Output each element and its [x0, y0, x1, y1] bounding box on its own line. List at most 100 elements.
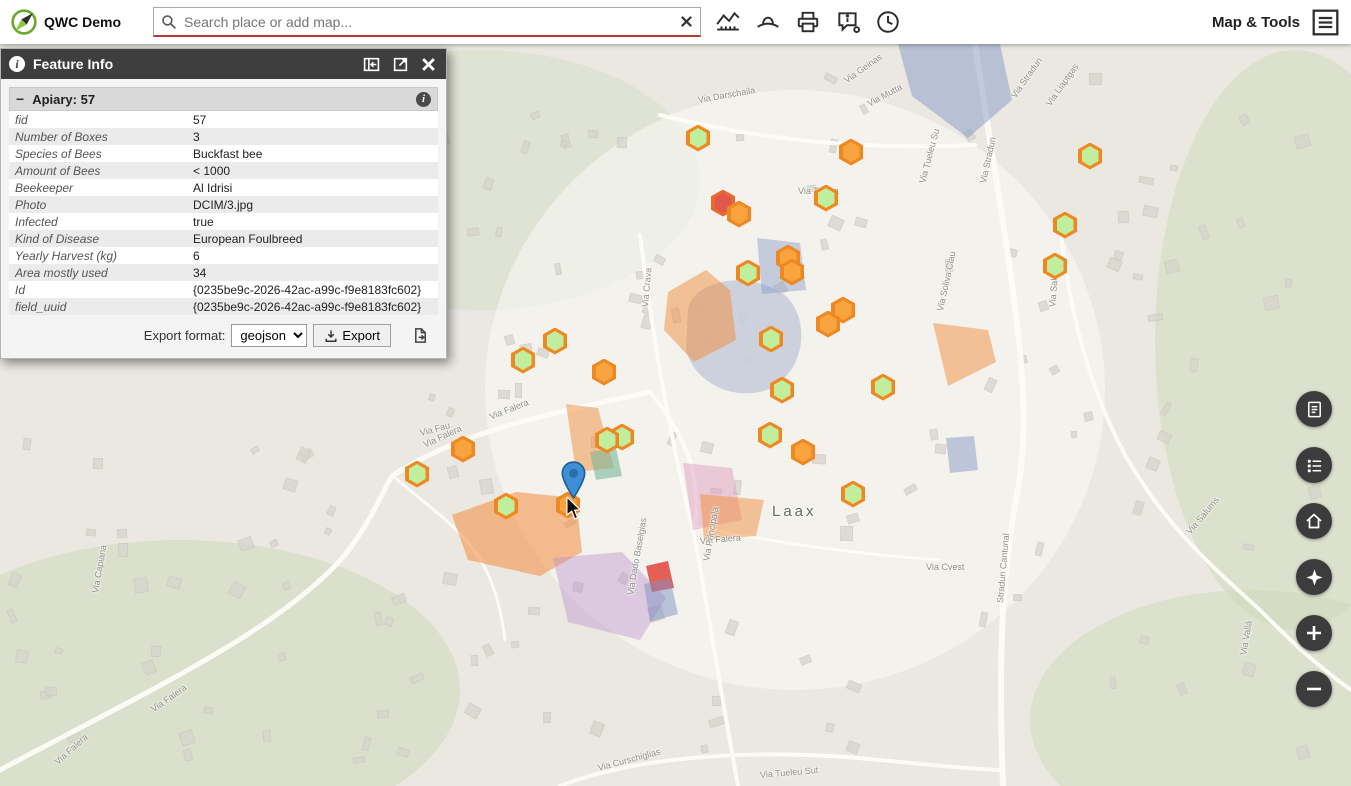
info-icon: i [9, 56, 25, 72]
apiary-marker-fill [455, 439, 472, 459]
menu-button[interactable] [1312, 9, 1339, 36]
detach-window-button[interactable] [390, 56, 411, 73]
home-icon [1304, 511, 1324, 531]
toolbar [713, 7, 903, 37]
attribute-row: fid57 [9, 111, 438, 128]
attribute-label: Photo [9, 196, 187, 213]
apiary-marker[interactable] [871, 374, 895, 401]
apiary-marker[interactable] [758, 422, 782, 449]
locate-button[interactable] [1296, 559, 1332, 595]
apiary-marker-fill [515, 350, 532, 370]
attribute-row: Infectedtrue [9, 213, 438, 230]
plus-icon [1305, 624, 1323, 642]
print-icon[interactable] [793, 7, 823, 37]
attribute-label: Species of Bees [9, 145, 187, 162]
attribute-value: 3 [187, 128, 438, 145]
apiary-marker[interactable] [736, 260, 760, 287]
apiary-marker[interactable] [451, 436, 475, 463]
dock-window-button[interactable] [361, 56, 382, 73]
apiary-marker-fill [731, 204, 748, 224]
locate-icon [1305, 568, 1324, 587]
attribute-label: fid [9, 111, 187, 128]
attribute-row: Id{0235be9c-2026-42ac-a99c-f9e8183fc602} [9, 281, 438, 298]
attribute-row: PhotoDCIM/3.jpg [9, 196, 438, 213]
close-window-button[interactable] [419, 57, 438, 72]
attribute-row: field_uuid{0235be9c-2026-42ac-a99c-f9e81… [9, 298, 438, 315]
feature-title: Apiary: 57 [32, 92, 95, 107]
apiary-marker-fill [547, 331, 564, 351]
attribute-value: < 1000 [187, 162, 438, 179]
attribute-label: Yearly Harvest (kg) [9, 247, 187, 264]
apiary-marker-fill [498, 496, 515, 516]
attribute-value: {0235be9c-2026-42ac-a99c-f9e8183fc602} [187, 281, 438, 298]
apiary-marker[interactable] [592, 359, 616, 386]
export-document-icon [412, 327, 429, 344]
hamburger-icon [1312, 9, 1339, 36]
themes-icon[interactable] [753, 7, 783, 37]
zoom-out-button[interactable] [1296, 671, 1332, 707]
apiary-marker-fill [1057, 215, 1074, 235]
feature-info-toggle-icon[interactable]: i [416, 92, 431, 107]
attribute-label: Area mostly used [9, 264, 187, 281]
apiary-marker-fill [784, 262, 801, 282]
attribute-row: Kind of DiseaseEuropean Foulbreed [9, 230, 438, 247]
export-all-button[interactable] [405, 323, 436, 348]
apiary-marker-fill [599, 430, 616, 450]
export-format-select[interactable]: geojson [231, 324, 307, 347]
apiary-marker[interactable] [494, 493, 518, 520]
attribute-value: DCIM/3.jpg [187, 196, 438, 213]
mouse-cursor [564, 497, 583, 526]
apiary-marker[interactable] [791, 439, 815, 466]
time-icon[interactable] [873, 7, 903, 37]
apiary-marker[interactable] [839, 139, 863, 166]
legend-icon [1305, 456, 1324, 475]
attribute-row: BeekeeperAl Idrisi [9, 179, 438, 196]
legend-button[interactable] [1296, 447, 1332, 483]
app-logo[interactable]: QWC Demo [10, 8, 121, 36]
apiary-marker[interactable] [1043, 253, 1067, 280]
apiary-marker-fill [1082, 146, 1099, 166]
feature-info-titlebar[interactable]: i Feature Info [1, 49, 446, 79]
apiary-marker[interactable] [1053, 212, 1077, 239]
attribute-label: Amount of Bees [9, 162, 187, 179]
apiary-marker-fill [845, 484, 862, 504]
attribute-value: Buckfast bee [187, 145, 438, 162]
search-input[interactable] [184, 14, 673, 30]
attribute-value: 57 [187, 111, 438, 128]
attribute-row: Species of BeesBuckfast bee [9, 145, 438, 162]
report-icon [1305, 400, 1324, 419]
attribute-row: Amount of Bees< 1000 [9, 162, 438, 179]
apiary-marker-fill [409, 464, 426, 484]
apiary-marker[interactable] [1078, 143, 1102, 170]
attribute-label: Number of Boxes [9, 128, 187, 145]
map-tools-label: Map & Tools [1212, 14, 1300, 31]
apiary-marker-fill [740, 263, 757, 283]
search-box [153, 7, 701, 37]
apiary-marker[interactable] [405, 461, 429, 488]
apiary-marker[interactable] [543, 328, 567, 355]
feature-collapse-header[interactable]: − Apiary: 57 i [9, 87, 438, 111]
apiary-marker-fill [774, 380, 791, 400]
attribute-value: 34 [187, 264, 438, 281]
apiary-marker[interactable] [770, 377, 794, 404]
attribute-value: {0235be9c-2026-42ac-a99c-f9e8183fc602} [187, 298, 438, 315]
apiary-marker[interactable] [841, 481, 865, 508]
export-button-label: Export [342, 328, 380, 343]
apiary-marker[interactable] [814, 185, 838, 212]
feature-info-window: i Feature Info − Apiary: 57 i fid57Numbe… [0, 48, 447, 359]
search-clear-icon[interactable] [673, 15, 700, 28]
identify-icon[interactable] [833, 7, 863, 37]
measure-icon[interactable] [713, 7, 743, 37]
apiary-marker[interactable] [686, 125, 710, 152]
apiary-marker-fill [795, 442, 812, 462]
apiary-marker[interactable] [511, 347, 535, 374]
feature-info-body: − Apiary: 57 i fid57Number of Boxes3Spec… [1, 79, 446, 358]
apiary-marker-fill [763, 329, 780, 349]
attribute-value: European Foulbreed [187, 230, 438, 247]
attribute-label: Infected [9, 213, 187, 230]
report-button[interactable] [1296, 391, 1332, 427]
export-button[interactable]: Export [313, 324, 391, 347]
zoom-in-button[interactable] [1296, 615, 1332, 651]
home-button[interactable] [1296, 503, 1332, 539]
apiary-marker[interactable] [759, 326, 783, 353]
